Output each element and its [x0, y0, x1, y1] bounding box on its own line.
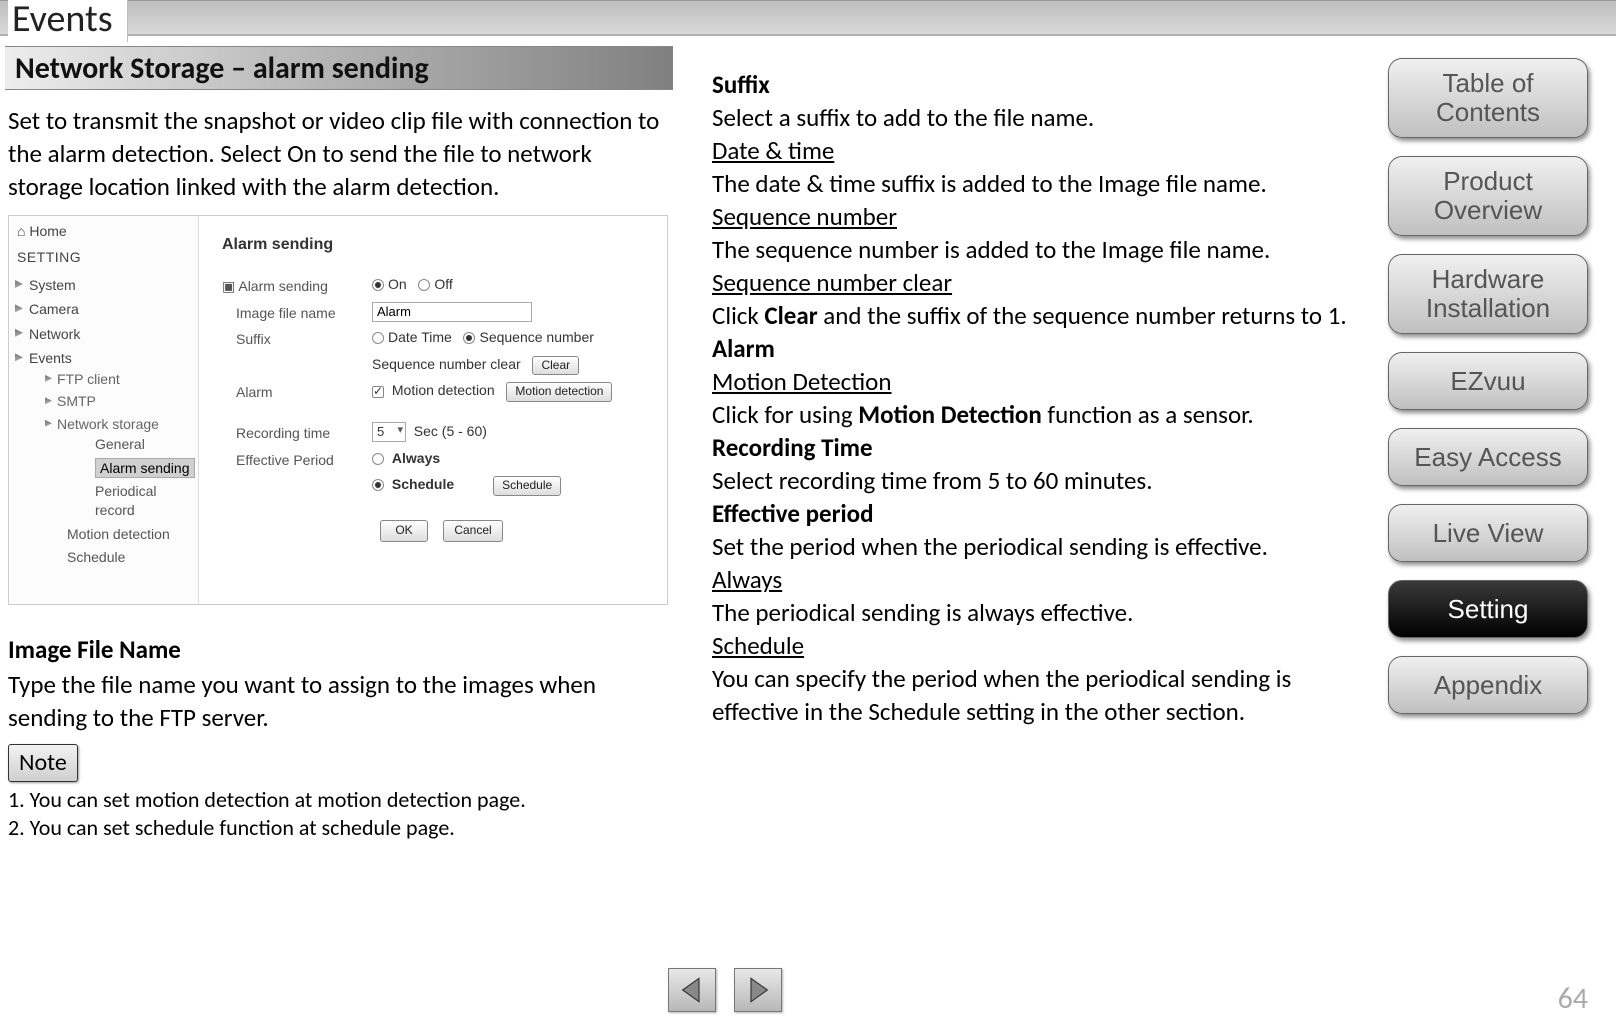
settings-panel: Alarm sending ▣ Alarm sending On Off Ima…: [204, 216, 667, 550]
nav-easy-access[interactable]: Easy Access: [1388, 428, 1588, 486]
alarm-off-label: Off: [434, 276, 452, 292]
page-title: Events: [8, 0, 128, 42]
suffix-heading: Suffix: [712, 68, 1372, 101]
nav-live-view[interactable]: Live View: [1388, 504, 1588, 562]
settings-sidebar: ⌂ Home SETTING System Camera Network Eve…: [9, 216, 199, 604]
recording-time-unit: Sec (5 - 60): [414, 423, 487, 439]
nav-setting[interactable]: Setting: [1388, 580, 1588, 638]
alarm-heading: Alarm: [712, 332, 1372, 365]
suffix-date-label: Date Time: [388, 329, 452, 345]
schedule-desc: You can specify the period when the peri…: [712, 662, 1372, 728]
tree-network-storage[interactable]: Network storage General Alarm sending Pe…: [45, 413, 198, 523]
motion-label: Motion detection: [392, 382, 495, 398]
schedule-radio[interactable]: [372, 479, 384, 491]
tree-schedule[interactable]: Schedule: [45, 546, 198, 568]
tree-network[interactable]: Network: [15, 322, 198, 346]
tree-periodical[interactable]: Periodical record: [73, 480, 198, 521]
nav-sidebar: Table of Contents Product Overview Hardw…: [1388, 58, 1598, 732]
always-label: Always: [392, 450, 440, 466]
seq-num-desc: The sequence number is added to the Imag…: [712, 233, 1372, 266]
date-time-heading: Date & time: [712, 134, 834, 167]
alarm-label: Alarm: [222, 381, 372, 402]
motion-button[interactable]: Motion detection: [506, 382, 612, 402]
clear-button[interactable]: Clear: [532, 356, 579, 376]
page-number: 64: [1558, 980, 1588, 1017]
schedule-heading: Schedule: [712, 629, 804, 662]
setting-heading: SETTING: [9, 244, 198, 272]
description-column: Suffix Select a suffix to add to the fil…: [712, 68, 1372, 728]
effective-period-desc: Set the period when the periodical sendi…: [712, 530, 1372, 563]
ok-button[interactable]: OK: [380, 520, 427, 542]
nav-hardware-installation[interactable]: Hardware Installation: [1388, 254, 1588, 334]
suffix-label: Suffix: [222, 328, 372, 348]
motion-detection-heading: Motion Detection: [712, 365, 892, 398]
schedule-button[interactable]: Schedule: [493, 476, 561, 496]
motion-check[interactable]: [372, 386, 384, 398]
home-label: Home: [29, 223, 66, 239]
seq-clear-label: Sequence number clear: [372, 356, 521, 372]
alarm-on-label: On: [388, 276, 407, 292]
tree-general[interactable]: General: [73, 433, 198, 455]
intro-text: Set to transmit the snapshot or video cl…: [8, 104, 668, 203]
image-file-name-label: Image file name: [222, 302, 372, 322]
motion-detection-desc: Click for using Motion Detection functio…: [712, 398, 1372, 431]
prev-page-button[interactable]: [668, 968, 716, 1012]
image-file-name-input[interactable]: [372, 302, 532, 322]
alarm-on-radio[interactable]: [372, 279, 384, 291]
nav-product-overview[interactable]: Product Overview: [1388, 156, 1588, 236]
image-file-name-heading: Image File Name: [8, 633, 668, 666]
tree-system[interactable]: System: [15, 273, 198, 297]
chevron-right-icon: [744, 976, 772, 1004]
nav-toc[interactable]: Table of Contents: [1388, 58, 1588, 138]
seq-num-heading: Sequence number: [712, 200, 897, 233]
always-heading: Always: [712, 563, 782, 596]
seq-clear-desc: Click Clear and the suffix of the sequen…: [712, 299, 1372, 332]
always-desc: The periodical sending is always effecti…: [712, 596, 1372, 629]
note-2: 2. You can set schedule function at sche…: [8, 814, 668, 843]
tree-events[interactable]: Events FTP client SMTP Network storage G…: [15, 346, 198, 571]
nav-ezvuu[interactable]: EZvuu: [1388, 352, 1588, 410]
nav-appendix[interactable]: Appendix: [1388, 656, 1588, 714]
seq-clear-heading: Sequence number clear: [712, 266, 952, 299]
recording-time-label: Recording time: [222, 422, 372, 442]
title-bar: [0, 0, 1616, 36]
suffix-seq-radio[interactable]: [463, 332, 475, 344]
tree-ftp[interactable]: FTP client: [45, 368, 198, 390]
alarm-sending-label: Alarm sending: [238, 278, 328, 294]
suffix-seq-label: Sequence number: [479, 329, 593, 345]
tree-alarm-sending[interactable]: Alarm sending: [73, 456, 198, 480]
alarm-off-radio[interactable]: [418, 279, 430, 291]
panel-title: Alarm sending: [222, 234, 657, 255]
chevron-left-icon: [678, 976, 706, 1004]
cancel-button[interactable]: Cancel: [443, 520, 502, 542]
tree-smtp[interactable]: SMTP: [45, 390, 198, 412]
note-chip: Note: [8, 744, 78, 782]
pager: [668, 968, 782, 1012]
next-page-button[interactable]: [734, 968, 782, 1012]
note-1: 1. You can set motion detection at motio…: [8, 786, 668, 815]
effective-period-label: Effective Period: [222, 449, 372, 469]
recording-time-heading: Recording Time: [712, 431, 1372, 464]
suffix-date-radio[interactable]: [372, 332, 384, 344]
tree-camera[interactable]: Camera: [15, 297, 198, 321]
recording-time-desc: Select recording time from 5 to 60 minut…: [712, 464, 1372, 497]
date-time-desc: The date & time suffix is added to the I…: [712, 167, 1372, 200]
schedule-label: Schedule: [392, 476, 454, 492]
effective-period-heading: Effective period: [712, 497, 1372, 530]
always-radio[interactable]: [372, 453, 384, 465]
recording-time-select[interactable]: 5: [372, 422, 406, 442]
settings-screenshot: ⌂ Home SETTING System Camera Network Eve…: [8, 215, 668, 605]
home-link[interactable]: ⌂ Home: [9, 216, 198, 244]
image-file-name-desc: Type the file name you want to assign to…: [8, 668, 668, 734]
tree-motion[interactable]: Motion detection: [45, 523, 198, 545]
suffix-desc: Select a suffix to add to the file name.: [712, 101, 1372, 134]
section-header: Network Storage – alarm sending: [5, 46, 673, 90]
